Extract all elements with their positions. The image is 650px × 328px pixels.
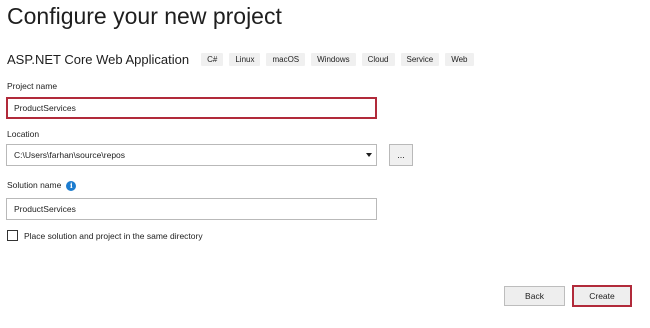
tag-macos: macOS xyxy=(266,52,306,66)
solution-name-label: Solution name xyxy=(7,180,62,190)
tag-cloud: Cloud xyxy=(361,52,395,66)
tag-csharp: C# xyxy=(201,52,224,66)
tag-service: Service xyxy=(400,52,440,66)
solution-name-input[interactable]: ProductServices xyxy=(6,198,377,220)
project-name-label: Project name xyxy=(7,81,58,91)
solution-name-label-row: Solution name i xyxy=(7,180,77,191)
solution-name-value: ProductServices xyxy=(14,204,76,214)
chevron-down-icon xyxy=(366,153,372,157)
tag-web: Web xyxy=(445,52,474,66)
tag-linux: Linux xyxy=(229,52,261,66)
project-name-input[interactable]: ProductServices xyxy=(6,97,377,119)
tag-windows: Windows xyxy=(311,52,356,66)
project-name-value: ProductServices xyxy=(14,103,76,113)
same-directory-label: Place solution and project in the same d… xyxy=(24,230,203,241)
browse-button[interactable]: ... xyxy=(389,144,413,166)
template-info: ASP.NET Core Web Application C# Linux ma… xyxy=(7,50,480,68)
create-button[interactable]: Create xyxy=(572,285,632,307)
back-button[interactable]: Back xyxy=(504,286,565,306)
location-label: Location xyxy=(7,129,40,139)
template-name: ASP.NET Core Web Application xyxy=(7,51,190,67)
same-directory-option[interactable]: Place solution and project in the same d… xyxy=(7,230,203,241)
info-icon[interactable]: i xyxy=(66,180,77,191)
page-title: Configure your new project xyxy=(7,3,282,29)
same-directory-checkbox[interactable] xyxy=(7,230,18,241)
location-select[interactable]: C:\Users\farhan\source\repos xyxy=(6,144,377,166)
location-value: C:\Users\farhan\source\repos xyxy=(14,150,126,160)
